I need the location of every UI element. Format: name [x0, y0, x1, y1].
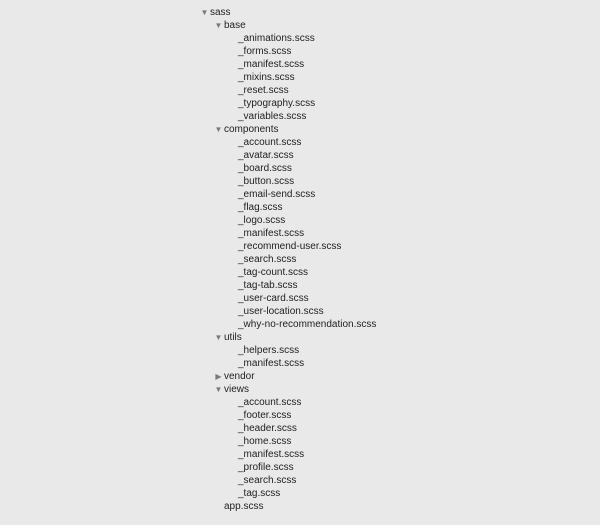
file-node[interactable]: _user-card.scss: [200, 292, 600, 305]
file-label: _tag-count.scss: [238, 266, 308, 279]
file-node[interactable]: _home.scss: [200, 435, 600, 448]
folder-node[interactable]: vendor: [200, 370, 600, 383]
file-label: _email-send.scss: [238, 188, 315, 201]
file-node[interactable]: _manifest.scss: [200, 58, 600, 71]
file-node[interactable]: _typography.scss: [200, 97, 600, 110]
file-label: _logo.scss: [238, 214, 285, 227]
file-label: _reset.scss: [238, 84, 289, 97]
file-label: _recommend-user.scss: [238, 240, 341, 253]
file-label: _button.scss: [238, 175, 294, 188]
file-label: _footer.scss: [238, 409, 291, 422]
file-label: _search.scss: [238, 253, 296, 266]
file-label: _tag.scss: [238, 487, 280, 500]
file-node[interactable]: _account.scss: [200, 396, 600, 409]
file-label: _board.scss: [238, 162, 292, 175]
folder-label: base: [224, 19, 246, 32]
file-node[interactable]: _logo.scss: [200, 214, 600, 227]
file-node[interactable]: _flag.scss: [200, 201, 600, 214]
file-label: _avatar.scss: [238, 149, 294, 162]
file-label: _manifest.scss: [238, 58, 304, 71]
file-label: _manifest.scss: [238, 448, 304, 461]
file-node[interactable]: _helpers.scss: [200, 344, 600, 357]
file-node[interactable]: _animations.scss: [200, 32, 600, 45]
file-node[interactable]: _user-location.scss: [200, 305, 600, 318]
file-node[interactable]: _account.scss: [200, 136, 600, 149]
file-node[interactable]: _why-no-recommendation.scss: [200, 318, 600, 331]
folder-label: vendor: [224, 370, 255, 383]
file-label: _variables.scss: [238, 110, 306, 123]
file-label: _mixins.scss: [238, 71, 295, 84]
file-label: _flag.scss: [238, 201, 282, 214]
file-node[interactable]: _manifest.scss: [200, 227, 600, 240]
disclosure-down-icon[interactable]: [214, 123, 223, 136]
file-label: _manifest.scss: [238, 227, 304, 240]
file-tree: sassbase_animations.scss_forms.scss_mani…: [0, 0, 600, 513]
file-node[interactable]: _variables.scss: [200, 110, 600, 123]
file-node[interactable]: _tag-tab.scss: [200, 279, 600, 292]
disclosure-right-icon[interactable]: [214, 370, 223, 383]
disclosure-down-icon[interactable]: [214, 19, 223, 32]
file-node[interactable]: _manifest.scss: [200, 448, 600, 461]
file-label: _user-location.scss: [238, 305, 324, 318]
disclosure-down-icon[interactable]: [214, 383, 223, 396]
file-node[interactable]: _tag-count.scss: [200, 266, 600, 279]
disclosure-down-icon[interactable]: [200, 6, 209, 19]
file-node[interactable]: _avatar.scss: [200, 149, 600, 162]
file-label: _typography.scss: [238, 97, 315, 110]
file-label: _why-no-recommendation.scss: [238, 318, 376, 331]
file-node[interactable]: _header.scss: [200, 422, 600, 435]
file-node[interactable]: _profile.scss: [200, 461, 600, 474]
file-node[interactable]: _search.scss: [200, 474, 600, 487]
file-label: _account.scss: [238, 396, 301, 409]
file-node[interactable]: _board.scss: [200, 162, 600, 175]
file-label: _account.scss: [238, 136, 301, 149]
file-node[interactable]: _mixins.scss: [200, 71, 600, 84]
file-node[interactable]: _forms.scss: [200, 45, 600, 58]
folder-label: utils: [224, 331, 242, 344]
file-node[interactable]: _reset.scss: [200, 84, 600, 97]
folder-label: components: [224, 123, 278, 136]
file-node[interactable]: _email-send.scss: [200, 188, 600, 201]
disclosure-down-icon[interactable]: [214, 331, 223, 344]
file-label: app.scss: [224, 500, 263, 513]
folder-node[interactable]: components: [200, 123, 600, 136]
file-label: _header.scss: [238, 422, 297, 435]
file-label: _helpers.scss: [238, 344, 299, 357]
folder-label: views: [224, 383, 249, 396]
file-node[interactable]: _button.scss: [200, 175, 600, 188]
file-node[interactable]: app.scss: [200, 500, 600, 513]
file-label: _home.scss: [238, 435, 291, 448]
folder-node[interactable]: views: [200, 383, 600, 396]
folder-label: sass: [210, 6, 231, 19]
file-node[interactable]: _manifest.scss: [200, 357, 600, 370]
file-node[interactable]: _recommend-user.scss: [200, 240, 600, 253]
file-label: _manifest.scss: [238, 357, 304, 370]
file-label: _animations.scss: [238, 32, 315, 45]
file-label: _tag-tab.scss: [238, 279, 297, 292]
folder-node[interactable]: utils: [200, 331, 600, 344]
file-node[interactable]: _tag.scss: [200, 487, 600, 500]
file-label: _profile.scss: [238, 461, 294, 474]
file-label: _user-card.scss: [238, 292, 309, 305]
folder-node[interactable]: sass: [200, 6, 600, 19]
folder-node[interactable]: base: [200, 19, 600, 32]
file-node[interactable]: _search.scss: [200, 253, 600, 266]
file-label: _forms.scss: [238, 45, 291, 58]
file-label: _search.scss: [238, 474, 296, 487]
file-node[interactable]: _footer.scss: [200, 409, 600, 422]
